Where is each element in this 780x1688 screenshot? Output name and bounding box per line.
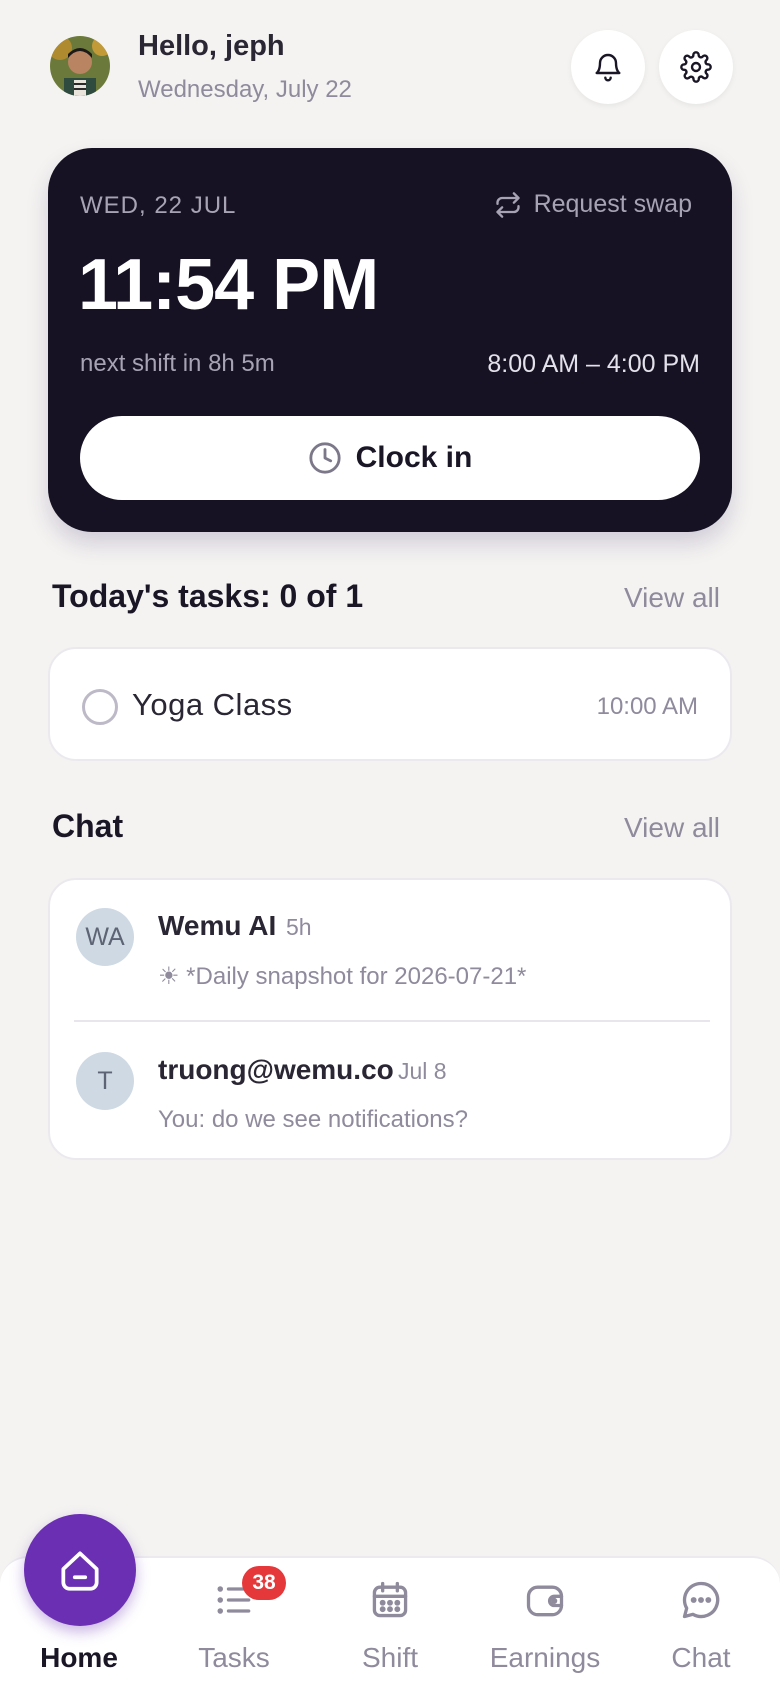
notifications-button[interactable] (571, 30, 645, 104)
chat-preview: ☀ *Daily snapshot for 2026-07-21* (158, 963, 527, 990)
nav-item-earnings[interactable]: Earnings (470, 1558, 620, 1688)
shift-date: WED, 22 JUL (80, 192, 237, 219)
calendar-icon (372, 1581, 408, 1618)
home-button[interactable] (24, 1514, 136, 1626)
chat-sender-name: truong@wemu.co (158, 1054, 394, 1085)
nav-item-shift[interactable]: Shift (315, 1558, 465, 1688)
task-item[interactable]: Yoga Class 10:00 AM (48, 647, 732, 761)
current-date: Wednesday, July 22 (138, 76, 352, 103)
swap-icon (495, 191, 520, 218)
chat-timestamp: 5h (286, 914, 312, 940)
settings-button[interactable] (659, 30, 733, 104)
divider (74, 1020, 710, 1022)
chat-avatar: WA (76, 908, 134, 966)
nav-label: Home (40, 1642, 118, 1673)
request-swap-button[interactable]: Request swap (494, 190, 692, 219)
tasks-view-all-link[interactable]: View all (624, 582, 720, 614)
shift-time-range: 8:00 AM – 4:00 PM (487, 350, 700, 378)
chat-list: WA Wemu AI 5h ☀ *Daily snapshot for 2026… (48, 878, 732, 1160)
clock-in-label: Clock in (355, 441, 473, 474)
next-shift-countdown: next shift in 8h 5m (80, 350, 275, 377)
header: Hello, jeph Wednesday, July 22 (0, 0, 780, 140)
chat-bubble-icon (682, 1581, 720, 1619)
clock-in-button[interactable]: Clock in (80, 416, 700, 500)
tasks-count-badge: 38 (242, 1566, 286, 1600)
wallet-icon (526, 1585, 564, 1617)
chat-preview: You: do we see notifications? (158, 1106, 468, 1133)
tasks-section-title: Today's tasks: 0 of 1 (52, 578, 364, 614)
request-swap-label: Request swap (533, 190, 692, 218)
shift-card: WED, 22 JUL Request swap 11:54 PM next s… (48, 148, 732, 532)
chat-list-item[interactable]: WA Wemu AI 5h ☀ *Daily snapshot for 2026… (50, 880, 734, 1020)
chat-list-item[interactable]: T truong@wemu.co Jul 8 You: do we see no… (50, 1024, 734, 1164)
current-time: 11:54 PM (78, 245, 379, 325)
home-icon (61, 1551, 99, 1591)
chat-sender-name: Wemu AI (158, 910, 277, 941)
greeting: Hello, jeph (138, 30, 285, 62)
bell-icon (595, 53, 621, 82)
gear-icon (680, 51, 712, 83)
clock-icon (309, 442, 341, 474)
nav-label: Earnings (489, 1642, 601, 1673)
task-checkbox[interactable] (82, 689, 118, 725)
avatar[interactable] (50, 36, 110, 96)
chat-view-all-link[interactable]: View all (624, 812, 720, 844)
nav-item-chat[interactable]: Chat (626, 1558, 776, 1688)
chat-timestamp: Jul 8 (398, 1058, 447, 1084)
nav-label: Chat (671, 1642, 731, 1673)
nav-label: Shift (361, 1642, 419, 1673)
nav-item-tasks[interactable]: Tasks (159, 1558, 309, 1688)
chat-section-title: Chat (52, 808, 124, 844)
task-time: 10:00 AM (596, 693, 698, 720)
chat-avatar: T (76, 1052, 134, 1110)
task-name: Yoga Class (132, 687, 293, 722)
nav-label: Tasks (198, 1642, 270, 1673)
